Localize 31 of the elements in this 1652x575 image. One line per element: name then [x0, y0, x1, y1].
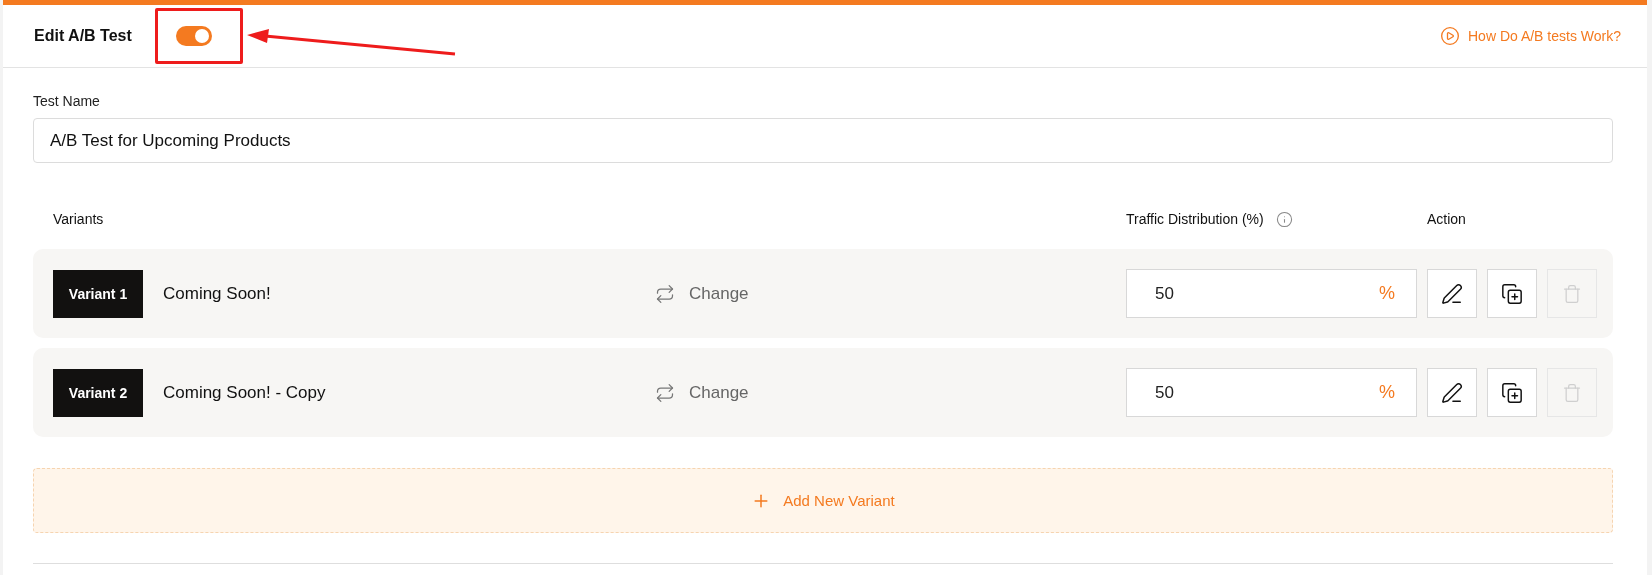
field-label: Test Name: [33, 93, 101, 109]
duplicate-button[interactable]: [1487, 269, 1537, 318]
enable-toggle[interactable]: [175, 26, 212, 46]
info-icon[interactable]: [1275, 210, 1293, 228]
pencil-icon: [1441, 282, 1463, 305]
percent-sign: %: [1379, 382, 1395, 403]
help-link[interactable]: How Do A/B tests Work?: [1440, 26, 1621, 46]
percent-sign: %: [1379, 283, 1395, 304]
variant-tag: Variant 1: [53, 269, 143, 318]
change-button[interactable]: Change: [655, 382, 749, 403]
trash-icon: [1562, 283, 1582, 304]
change-button[interactable]: Change: [655, 283, 749, 304]
duplicate-button[interactable]: [1487, 368, 1537, 417]
column-header: Traffic Distribution (%): [1126, 211, 1264, 227]
edit-button[interactable]: [1427, 368, 1477, 417]
swap-icon: [655, 382, 675, 403]
column-header: Action: [1427, 211, 1466, 227]
play-icon: [1440, 26, 1460, 46]
edit-button[interactable]: [1427, 269, 1477, 318]
help-link-text: How Do A/B tests Work?: [1468, 28, 1621, 44]
pencil-icon: [1441, 381, 1463, 404]
swap-icon: [655, 283, 675, 304]
page-title: Edit A/B Test: [34, 27, 132, 45]
variant-tag: Variant 2: [53, 368, 143, 417]
copy-plus-icon: [1501, 282, 1523, 305]
test-name-field[interactable]: A/B Test for Upcoming Products: [33, 118, 1613, 163]
copy-plus-icon: [1501, 381, 1523, 404]
column-header: Variants: [53, 211, 105, 227]
variant-name: Coming Soon! - Copy: [163, 382, 326, 403]
trash-icon: [1562, 382, 1582, 403]
variant-name: Coming Soon!: [163, 283, 271, 304]
